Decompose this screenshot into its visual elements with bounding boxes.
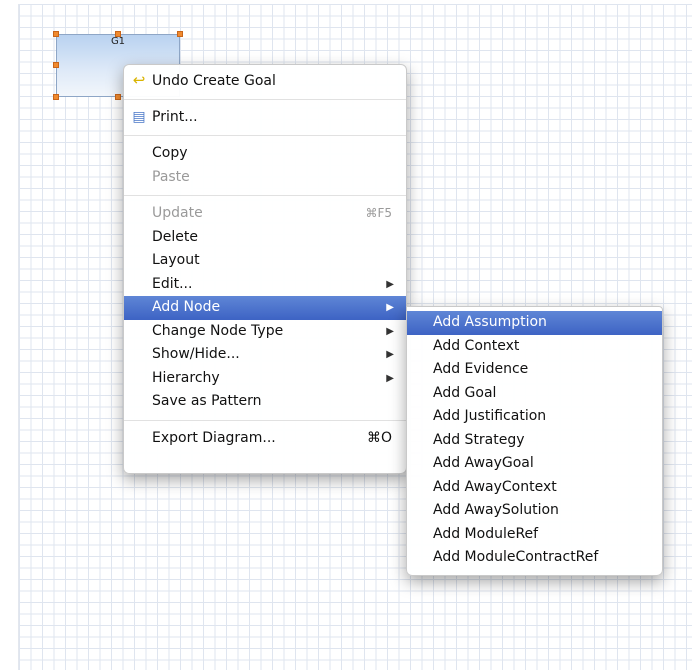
menu-separator — [124, 419, 406, 421]
goal-node-label: G1 — [110, 36, 126, 47]
selection-handle-middle-left[interactable] — [53, 62, 59, 68]
menu-item-label: Delete — [152, 228, 198, 245]
submenu-arrow-icon: ▶ — [386, 278, 394, 290]
submenu-arrow-icon: ▶ — [386, 302, 394, 313]
submenu-item-label: Add Justification — [433, 408, 547, 424]
submenu-item-label: Add ModuleContractRef — [433, 549, 599, 565]
selection-handle-bottom-middle[interactable] — [115, 94, 121, 100]
submenu-item-add-evidence[interactable]: Add Evidence — [407, 358, 662, 382]
menu-item-add-node[interactable]: Add Node ▶ — [124, 296, 406, 320]
menu-item-shortcut: ⌘F5 — [365, 206, 392, 220]
submenu-item-label: Add Goal — [433, 384, 497, 401]
menu-separator — [124, 195, 406, 196]
menu-item-edit[interactable]: Edit... ▶ — [124, 273, 406, 297]
submenu-item-add-modulecontractref[interactable]: Add ModuleContractRef — [407, 546, 662, 570]
submenu-item-label: Add AwayContext — [433, 478, 557, 495]
submenu-arrow-icon: ▶ — [386, 349, 394, 360]
menu-item-label: Update — [152, 205, 203, 221]
context-menu: ↩ Undo Create Goal ▤ Print... Copy Paste U… — [123, 64, 407, 474]
menu-item-label: Save as Pattern — [152, 393, 262, 409]
submenu-item-add-awaygoal[interactable]: Add AwayGoal — [407, 452, 662, 476]
submenu-item-label: Add Assumption — [433, 314, 547, 330]
submenu-item-add-awaysolution[interactable]: Add AwaySolution — [407, 499, 662, 523]
undo-icon: ↩ — [132, 71, 146, 89]
submenu-item-label: Add Evidence — [433, 361, 529, 377]
menu-item-label: Paste — [152, 168, 190, 185]
selection-handle-top-right[interactable] — [177, 31, 183, 37]
menu-item-label: Copy — [152, 145, 188, 161]
selection-handle-top-middle[interactable] — [115, 31, 121, 37]
menu-item-label: Edit... — [152, 275, 193, 292]
add-node-submenu: Add Assumption Add Context Add Evidence … — [406, 306, 663, 576]
submenu-item-label: Add Context — [433, 337, 520, 354]
menu-item-label: Change Node Type — [152, 322, 284, 339]
submenu-item-add-strategy[interactable]: Add Strategy — [407, 429, 662, 453]
menu-item-save-as-pattern[interactable]: Save as Pattern — [124, 390, 406, 414]
submenu-item-label: Add Strategy — [433, 431, 525, 448]
submenu-item-label: Add AwayGoal — [433, 455, 534, 471]
menu-item-undo-create-goal[interactable]: ↩ Undo Create Goal — [124, 69, 406, 93]
menu-item-delete[interactable]: Delete — [124, 226, 406, 250]
submenu-item-add-context[interactable]: Add Context — [407, 335, 662, 359]
menu-item-change-node-type[interactable]: Change Node Type ▶ — [124, 320, 406, 344]
menu-item-label: Export Diagram... — [152, 429, 276, 446]
submenu-item-label: Add ModuleRef — [433, 525, 539, 542]
menu-item-label: Add Node — [152, 299, 221, 315]
submenu-item-label: Add AwaySolution — [433, 502, 559, 518]
menu-item-print[interactable]: ▤ Print... — [124, 106, 406, 130]
menu-item-paste: Paste — [124, 166, 406, 190]
menu-item-copy[interactable]: Copy — [124, 142, 406, 166]
selection-handle-top-left[interactable] — [53, 31, 59, 37]
menu-item-show-hide[interactable]: Show/Hide... ▶ — [124, 343, 406, 367]
menu-item-export-diagram[interactable]: Export Diagram... ⌘O — [124, 427, 406, 451]
menu-item-hierarchy[interactable]: Hierarchy ▶ — [124, 367, 406, 391]
menu-item-label: Hierarchy — [152, 369, 220, 386]
selection-handle-bottom-left[interactable] — [53, 94, 59, 100]
menu-item-label: Show/Hide... — [152, 346, 240, 362]
menu-item-label: Print... — [152, 108, 198, 125]
menu-separator — [124, 135, 406, 136]
menu-item-update: Update ⌘F5 — [124, 202, 406, 226]
print-icon: ▤ — [132, 108, 146, 125]
submenu-item-add-awaycontext[interactable]: Add AwayContext — [407, 476, 662, 500]
submenu-item-add-assumption[interactable]: Add Assumption — [407, 311, 662, 335]
submenu-item-add-moduleref[interactable]: Add ModuleRef — [407, 523, 662, 547]
menu-item-shortcut: ⌘O — [366, 429, 392, 446]
submenu-arrow-icon: ▶ — [386, 325, 394, 337]
menu-item-layout[interactable]: Layout — [124, 249, 406, 273]
submenu-arrow-icon: ▶ — [386, 372, 394, 384]
submenu-item-add-justification[interactable]: Add Justification — [407, 405, 662, 429]
menu-separator — [124, 98, 406, 100]
submenu-item-add-goal[interactable]: Add Goal — [407, 382, 662, 406]
menu-item-label: Undo Create Goal — [152, 73, 276, 89]
menu-item-label: Layout — [152, 252, 200, 268]
